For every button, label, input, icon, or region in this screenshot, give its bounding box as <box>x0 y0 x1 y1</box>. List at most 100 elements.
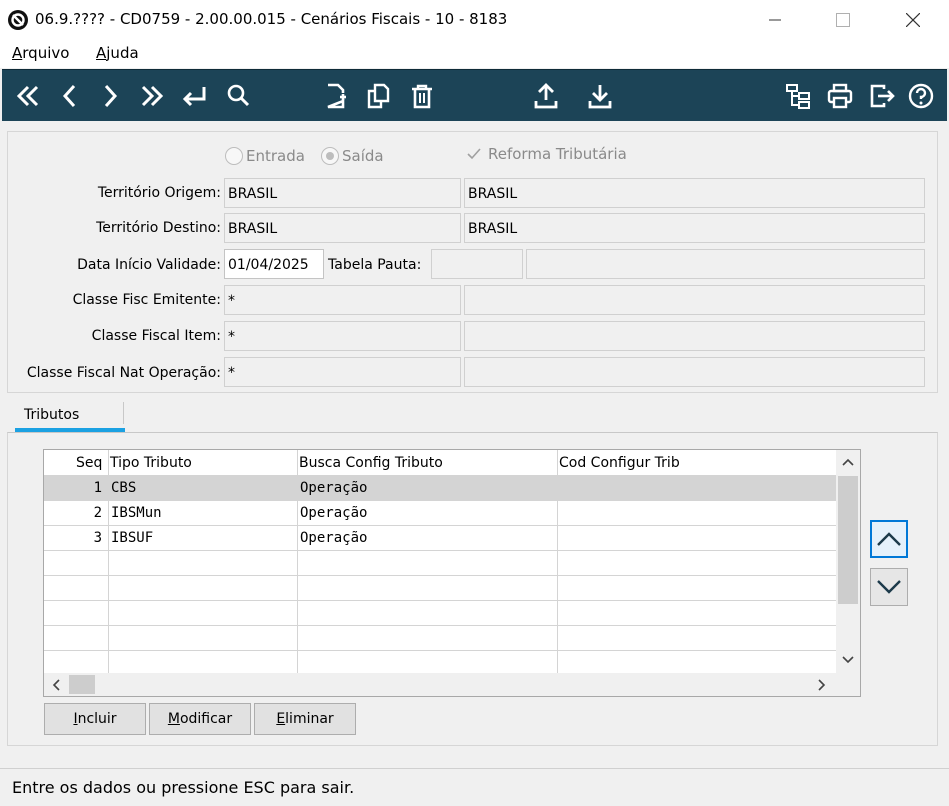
status-bar: Entre os dados ou pressione ESC para sai… <box>0 768 949 806</box>
column-header-tipo-tributo[interactable]: Tipo Tributo <box>110 455 192 471</box>
table-row[interactable]: 3 IBSUF Operação <box>44 526 836 551</box>
status-message: Entre os dados ou pressione ESC para sai… <box>12 778 355 797</box>
close-icon <box>906 13 920 27</box>
maximize-button[interactable] <box>820 0 866 40</box>
incluir-label: ncluir <box>77 711 117 727</box>
print-button[interactable] <box>824 80 856 112</box>
last-record-button[interactable] <box>136 80 168 112</box>
copy-button[interactable] <box>362 80 394 112</box>
next-record-button[interactable] <box>94 80 126 112</box>
table-row-empty[interactable] <box>44 626 836 651</box>
exit-button[interactable] <box>866 80 898 112</box>
column-header-seq[interactable]: Seq <box>76 455 102 471</box>
horizontal-scrollbar[interactable] <box>44 673 860 696</box>
print-icon <box>827 83 853 109</box>
help-button[interactable] <box>905 80 937 112</box>
classe-fisc-emitente-label: Classe Fisc Emitente: <box>72 292 221 308</box>
previous-record-icon <box>62 84 76 108</box>
classe-fiscal-item-desc-field <box>464 321 925 351</box>
close-button[interactable] <box>890 0 936 40</box>
tributos-grid[interactable]: Seq Tipo Tributo Busca Config Tributo Co… <box>43 449 861 697</box>
exit-icon <box>870 84 895 108</box>
go-to-button[interactable] <box>178 80 210 112</box>
move-up-button[interactable] <box>870 520 908 558</box>
tab-tributos[interactable]: Tributos <box>24 407 79 423</box>
table-row[interactable]: 2 IBSMun Operação <box>44 501 836 526</box>
minimize-button[interactable] <box>752 0 798 40</box>
data-inicio-validade-field[interactable]: 01/04/2025 <box>224 249 324 279</box>
previous-record-button[interactable] <box>54 80 86 112</box>
structure-icon <box>786 84 810 109</box>
cell-busca-config: Operação <box>300 530 368 546</box>
incluir-button[interactable]: Incluir <box>44 703 146 735</box>
export-icon <box>534 83 558 109</box>
cell-seq: 3 <box>93 530 102 546</box>
export-button[interactable] <box>530 80 562 112</box>
modificar-mnemonic: M <box>167 711 180 727</box>
help-icon <box>908 83 934 109</box>
classe-fiscal-nat-operacao-field[interactable]: * <box>224 357 461 387</box>
cell-busca-config: Operação <box>300 505 368 521</box>
classe-fiscal-nat-operacao-label: Classe Fiscal Nat Operação: <box>26 365 221 381</box>
scroll-up-icon[interactable] <box>842 458 854 466</box>
copy-icon <box>367 83 390 109</box>
table-row-empty[interactable] <box>44 601 836 626</box>
territorio-destino-code-field[interactable]: BRASIL <box>224 213 461 243</box>
chevron-down-icon <box>877 580 901 594</box>
territorio-destino-desc-field: BRASIL <box>464 213 925 243</box>
grid-header: Seq Tipo Tributo Busca Config Tributo Co… <box>44 450 836 476</box>
classe-fisc-emitente-field[interactable]: * <box>224 285 461 315</box>
radio-entrada[interactable]: Entrada <box>225 147 305 165</box>
import-icon <box>588 85 612 109</box>
first-record-button[interactable] <box>12 80 44 112</box>
radio-saida[interactable]: Saída <box>321 147 384 165</box>
vertical-scroll-thumb[interactable] <box>838 476 858 604</box>
toolbar <box>2 69 947 121</box>
checkmark-icon <box>465 145 483 163</box>
structure-button[interactable] <box>782 80 814 112</box>
title-bar: 06.9.???? - CD0759 - 2.00.00.015 - Cenár… <box>0 0 949 40</box>
menu-ajuda[interactable]: Ajuda <box>96 44 139 62</box>
menu-arquivo[interactable]: Arquivo <box>12 44 69 62</box>
column-header-busca-config-tributo[interactable]: Busca Config Tributo <box>299 455 443 471</box>
table-row-empty[interactable] <box>44 576 836 601</box>
last-record-icon <box>141 85 164 107</box>
classe-fiscal-item-field[interactable]: * <box>224 321 461 351</box>
horizontal-scroll-thumb[interactable] <box>69 675 95 694</box>
tabela-pauta-code-field[interactable] <box>431 249 523 279</box>
minimize-icon <box>769 19 781 21</box>
import-button[interactable] <box>584 80 616 112</box>
classe-fiscal-nat-operacao-desc-field <box>464 357 925 387</box>
cell-seq: 1 <box>93 480 102 496</box>
modificar-button[interactable]: Modificar <box>149 703 251 735</box>
table-row[interactable]: 1 CBS Operação <box>44 476 836 501</box>
delete-button[interactable] <box>406 80 438 112</box>
menu-bar: Arquivo Ajuda <box>0 40 949 68</box>
reforma-tributaria-label: Reforma Tributária <box>488 145 627 163</box>
move-down-button[interactable] <box>870 568 908 606</box>
go-to-icon <box>182 87 206 107</box>
table-row-empty[interactable] <box>44 551 836 576</box>
territorio-origem-code-field[interactable]: BRASIL <box>224 178 461 208</box>
search-button[interactable] <box>222 80 254 112</box>
reforma-tributaria-checkbox[interactable]: Reforma Tributária <box>465 145 627 163</box>
menu-arquivo-mnemonic: A <box>12 44 23 62</box>
delete-icon <box>412 84 432 109</box>
eliminar-mnemonic: E <box>276 711 286 727</box>
tabela-pauta-desc-field <box>526 249 925 279</box>
vertical-scrollbar[interactable] <box>836 450 860 673</box>
territorio-origem-label: Território Origem: <box>97 185 221 201</box>
new-document-button[interactable] <box>320 80 352 112</box>
classe-fiscal-item-label: Classe Fiscal Item: <box>91 328 221 344</box>
scroll-right-icon[interactable] <box>818 679 826 691</box>
radio-saida-circle <box>321 147 339 165</box>
menu-ajuda-mnemonic: A <box>96 44 107 62</box>
data-inicio-validade-label: Data Início Validade: <box>77 257 221 273</box>
search-icon <box>227 84 250 107</box>
radio-entrada-circle <box>225 147 243 165</box>
eliminar-button[interactable]: Eliminar <box>254 703 356 735</box>
scroll-left-icon[interactable] <box>52 679 60 691</box>
scroll-down-icon[interactable] <box>842 656 854 664</box>
radio-entrada-label: Entrada <box>246 147 305 165</box>
column-header-cod-configur-trib[interactable]: Cod Configur Trib <box>559 455 680 471</box>
